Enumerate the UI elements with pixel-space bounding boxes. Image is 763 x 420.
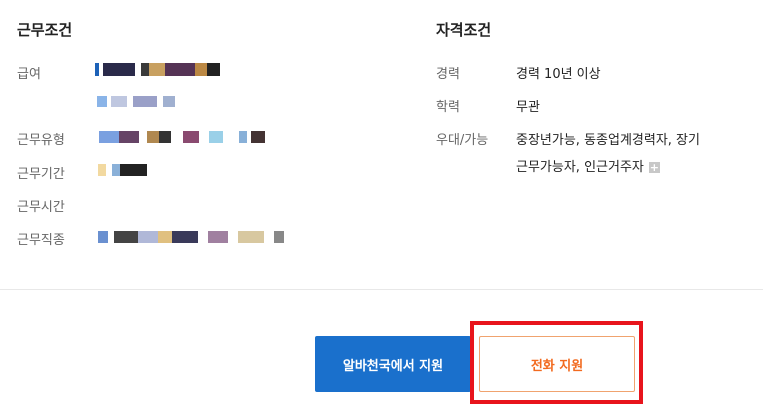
highlight-box <box>470 321 643 404</box>
expand-plus-icon[interactable]: + <box>648 162 660 173</box>
job-category-value-redacted <box>98 231 284 243</box>
work-period-label: 근무기간 <box>17 167 65 182</box>
work-hours-label: 근무시간 <box>17 200 65 215</box>
section-divider <box>0 289 763 290</box>
work-type-value-redacted <box>99 131 265 143</box>
preferred-value: 중장년가능, 동종업계경력자, 장기 <box>516 133 700 148</box>
qualifications-title: 자격조건 <box>436 21 492 39</box>
job-category-label: 근무직종 <box>17 233 65 248</box>
career-value: 경력 10년 이상 <box>516 67 601 82</box>
pay-label: 급여 <box>17 67 41 82</box>
preferred-value-line2: 근무가능자, 인근거주자 + <box>516 156 660 175</box>
pay-value-redacted <box>95 63 220 76</box>
pay-note-redacted <box>97 96 175 107</box>
preferred-label: 우대/가능 <box>436 133 489 148</box>
education-label: 학력 <box>436 100 460 115</box>
career-label: 경력 <box>436 67 460 82</box>
work-conditions-title: 근무조건 <box>17 21 73 39</box>
work-type-label: 근무유형 <box>17 133 65 148</box>
apply-online-button[interactable]: 알바천국에서 지원 <box>315 336 471 392</box>
work-period-value-redacted <box>98 164 147 176</box>
preferred-value-continued: 근무가능자, 인근거주자 <box>516 160 644 175</box>
education-value: 무관 <box>516 100 540 115</box>
